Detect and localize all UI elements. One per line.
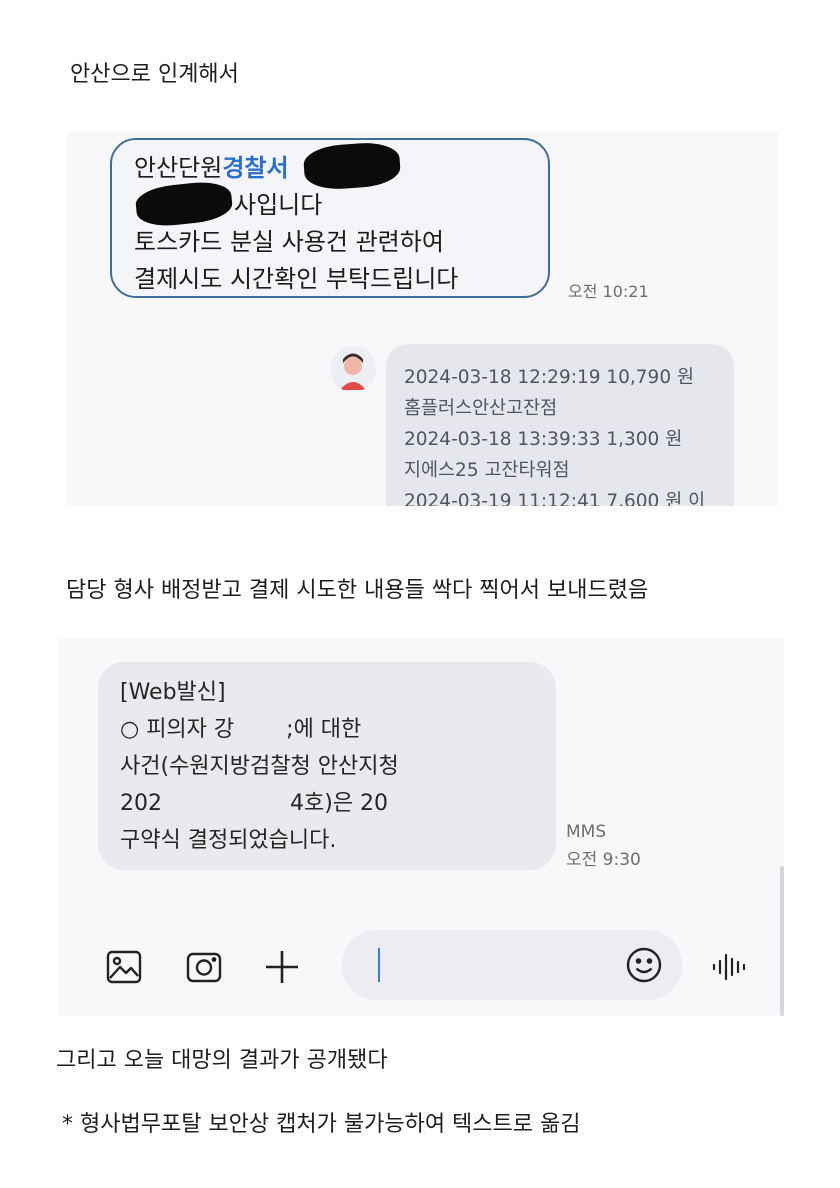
message-line-4: 결제시도 시간확인 부탁드립니다 <box>134 265 459 293</box>
caption-bottom-2: * 형사법무포탈 보안상 캡처가 불가능하여 텍스트로 옮김 <box>62 1112 581 1137</box>
transaction-line: 2024-03-18 13:39:33 1,300 원 <box>404 429 683 450</box>
mms-line-2-part-b: ;에 대한 <box>286 717 362 742</box>
mms-line-5: 구약식 결정되었습니다. <box>120 828 337 853</box>
mms-line-1: [Web발신] <box>120 680 226 705</box>
transaction-line: 홈플러스안산고잔점 <box>404 398 558 419</box>
voice-wave-icon[interactable] <box>710 947 750 987</box>
caption-middle: 담당 형사 배정받고 결제 시도한 내용들 싹다 찍어서 보내드렸음 <box>66 578 649 603</box>
outgoing-message-bubble[interactable]: 2024-03-18 12:29:19 10,790 원 홈플러스안산고잔점 2… <box>386 344 734 506</box>
mms-line-4: 202 4호)은 20 <box>120 785 534 822</box>
message-timestamp: 오전 10:21 <box>568 282 649 301</box>
transaction-line: 2024-03-18 12:29:19 10,790 원 <box>404 367 694 388</box>
mms-meta: MMS 오전 9:30 <box>566 818 641 874</box>
camera-icon[interactable] <box>184 947 224 987</box>
mms-message-bubble[interactable]: [Web발신] ○ 피의자 강 ;에 대한 사건(수원지방검찰청 안산지청 202… <box>98 662 556 870</box>
transaction-line: 2024-03-19 11:12:41 7,600 원 이 <box>404 491 706 506</box>
chat-screenshot-2: [Web발신] ○ 피의자 강 ;에 대한 사건(수원지방검찰청 안산지청 202… <box>58 638 784 1016</box>
mms-line-2: ○ 피의자 강 ;에 대한 <box>120 711 534 748</box>
message-line-3: 토스카드 분실 사용건 관련하여 <box>134 228 444 256</box>
image-icon[interactable] <box>104 947 144 987</box>
mms-line-4-part-a: 202 <box>120 791 162 816</box>
caption-top: 안산으로 인계해서 <box>70 62 239 87</box>
plus-icon[interactable] <box>262 947 302 987</box>
mms-line-3: 사건(수원지방검찰청 안산지청 <box>120 754 399 779</box>
message-timestamp: 오전 9:30 <box>566 850 641 870</box>
emoji-icon[interactable] <box>624 945 664 985</box>
text-cursor <box>378 948 380 982</box>
highlighted-keyword: 경찰서 <box>222 154 289 182</box>
scrollbar[interactable] <box>780 866 784 1016</box>
transaction-line: 지에스25 고잔타워점 <box>404 460 570 481</box>
message-input[interactable] <box>342 930 682 1000</box>
mms-line-2-part-a: ○ 피의자 강 <box>120 717 235 742</box>
sender-org-prefix: 안산단원 <box>134 154 223 182</box>
chat-screenshot-1: 안산단원경찰서 사입니다 토스카드 분실 사용건 관련하여 결제시도 시간확인 … <box>66 132 778 506</box>
avatar[interactable] <box>330 346 376 392</box>
mms-line-4-part-b: 4호)은 20 <box>290 791 389 816</box>
message-type-label: MMS <box>566 822 607 842</box>
message-line-2-text: 사입니다 <box>234 191 323 219</box>
caption-bottom-1: 그리고 오늘 대망의 결과가 공개됐다 <box>56 1048 388 1073</box>
